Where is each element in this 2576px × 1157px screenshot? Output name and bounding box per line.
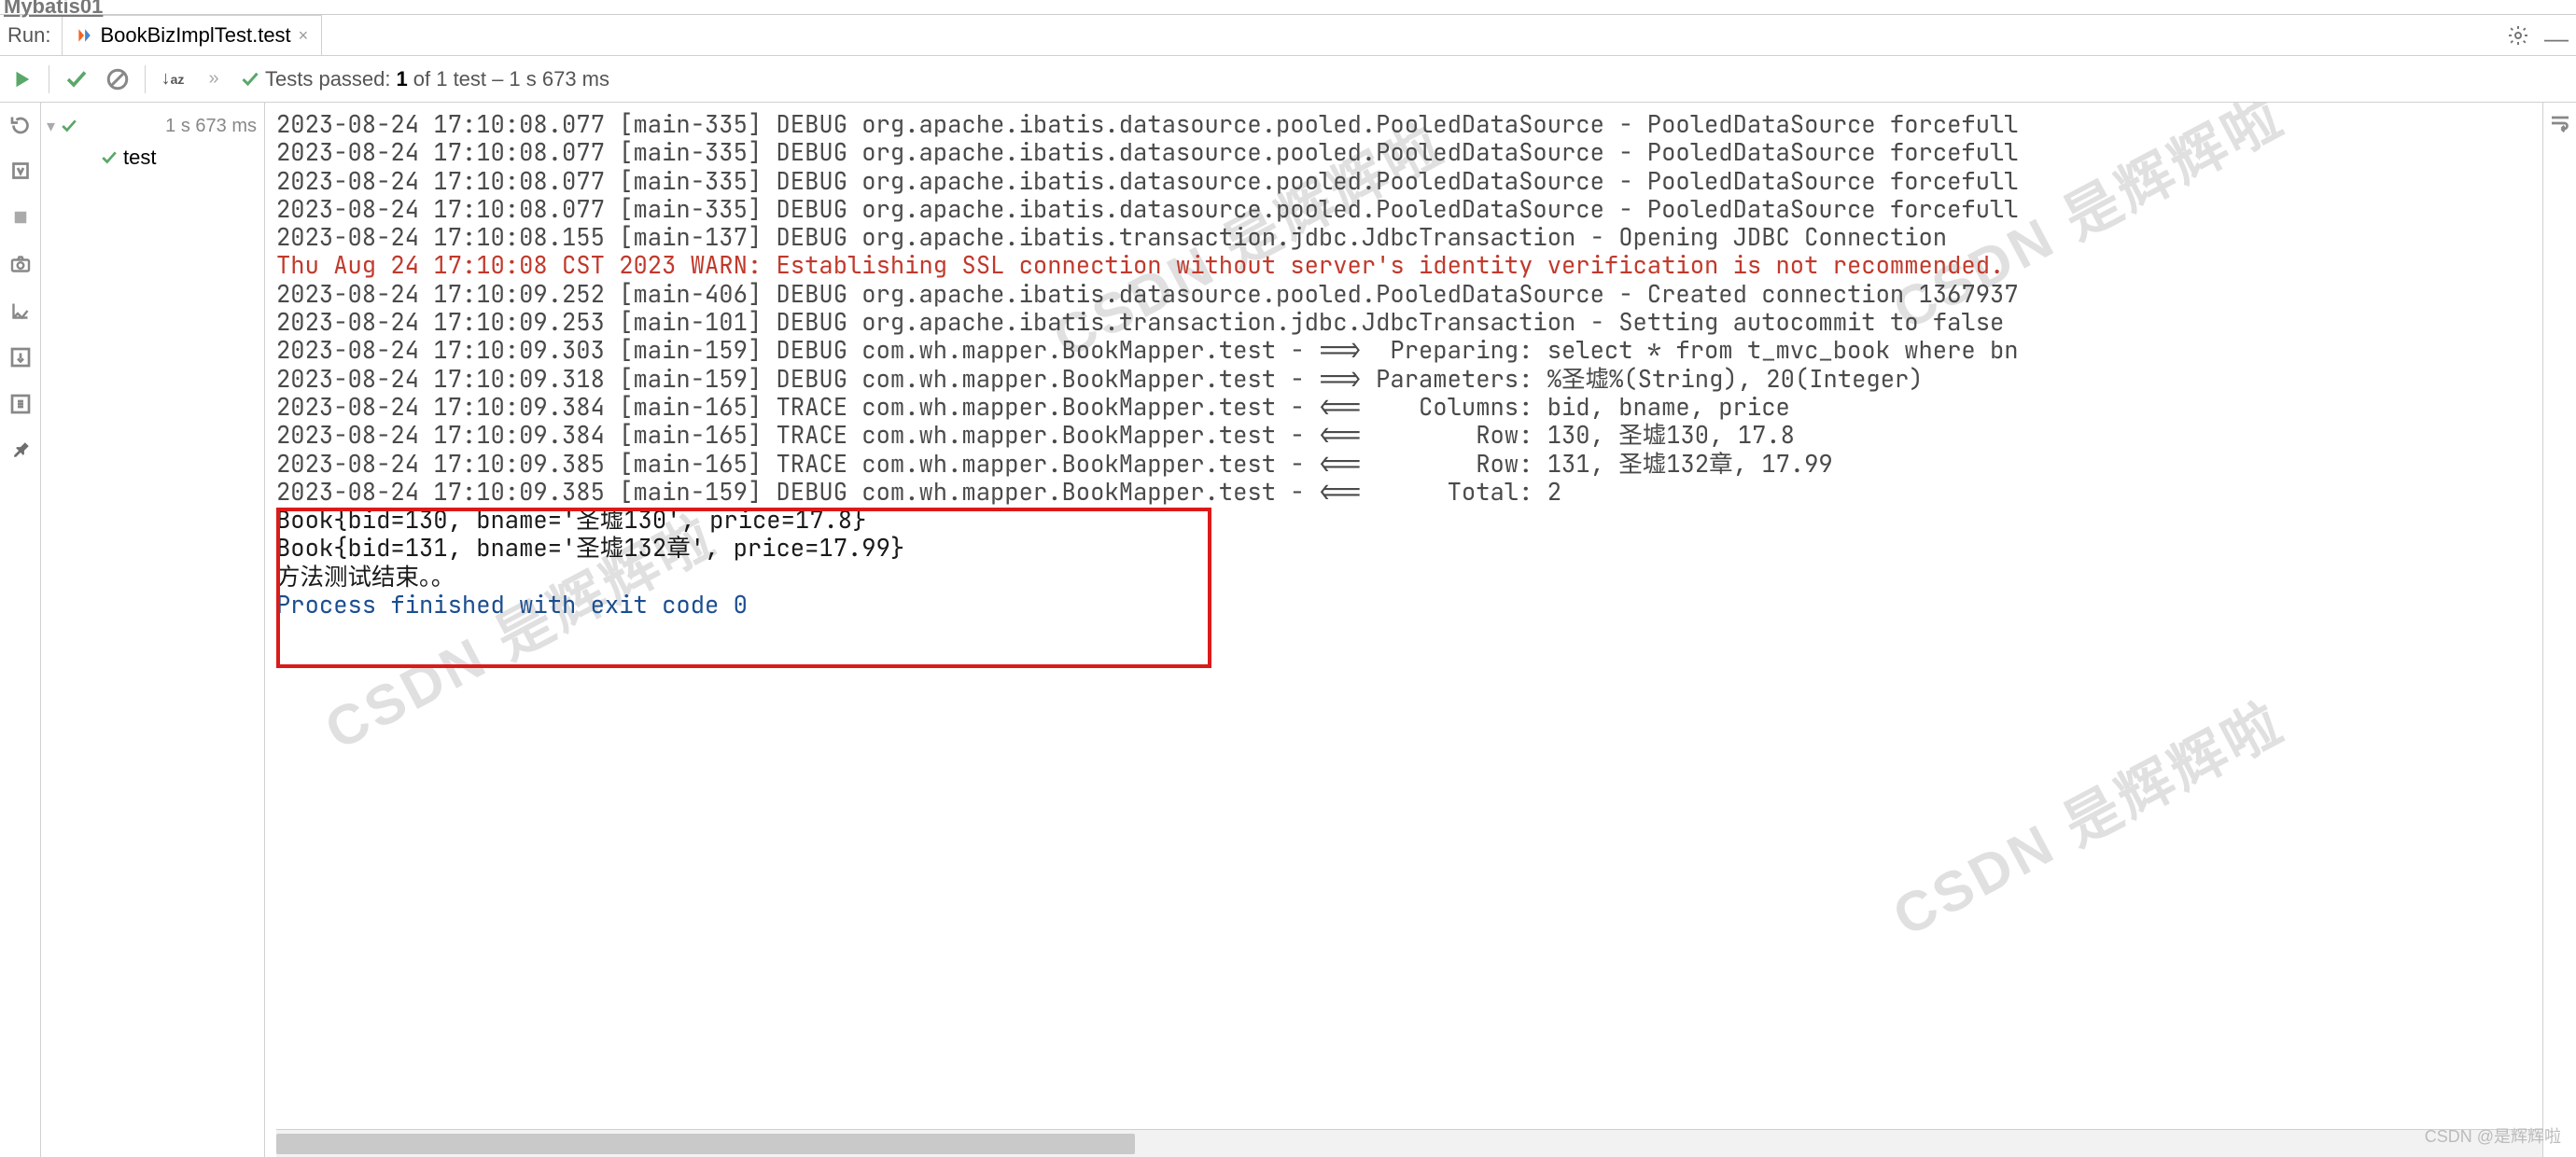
- console-line: 2023-08-24 17:10:09.253 [main-101] DEBUG…: [276, 308, 2542, 336]
- console-line: 2023-08-24 17:10:09.385 [main-159] DEBUG…: [276, 478, 2542, 506]
- console-line: 2023-08-24 17:10:08.155 [main-137] DEBUG…: [276, 223, 2542, 251]
- console-line: 2023-08-24 17:10:09.318 [main-159] DEBUG…: [276, 365, 2542, 393]
- hide-icon[interactable]: —: [2544, 24, 2567, 47]
- summary-prefix: Tests passed:: [265, 67, 391, 91]
- run-config-name: BookBizImplTest.test: [100, 23, 290, 48]
- show-passed-button[interactable]: [63, 65, 91, 93]
- console-line: 2023-08-24 17:10:09.384 [main-165] TRACE…: [276, 421, 2542, 449]
- console-line: 2023-08-24 17:10:09.384 [main-165] TRACE…: [276, 393, 2542, 421]
- console-line: 2023-08-24 17:10:08.077 [main-335] DEBUG…: [276, 167, 2542, 195]
- console-line: 2023-08-24 17:10:08.077 [main-335] DEBUG…: [276, 138, 2542, 166]
- tree-test-node[interactable]: test: [41, 142, 264, 174]
- toggle-auto-icon[interactable]: [8, 159, 33, 183]
- collapse-icon[interactable]: ▾: [47, 117, 55, 136]
- titlebar-strip: Mybatis01: [0, 0, 2576, 15]
- console-line: Thu Aug 24 17:10:08 CST 2023 WARN: Estab…: [276, 251, 2542, 279]
- stop-icon[interactable]: [8, 205, 33, 230]
- test-tree[interactable]: ▾ 1 s 673 ms test: [41, 103, 265, 1157]
- console-line: 2023-08-24 17:10:08.077 [main-335] DEBUG…: [276, 195, 2542, 223]
- expand-toolbar-button[interactable]: »: [200, 65, 228, 93]
- console-line: 方法测试结束。。: [276, 563, 2542, 591]
- summary-duration: 1 s 673 ms: [509, 67, 609, 91]
- console-line: 2023-08-24 17:10:09.303 [main-159] DEBUG…: [276, 336, 2542, 364]
- test-toolbar: ↓az » Tests passed: 1 of 1 test – 1 s 67…: [0, 56, 2576, 103]
- gear-icon[interactable]: [2507, 24, 2544, 47]
- console-line: 2023-08-24 17:10:09.252 [main-406] DEBUG…: [276, 280, 2542, 308]
- close-icon[interactable]: ×: [299, 26, 309, 46]
- tree-root-time: 1 s 673 ms: [165, 116, 264, 137]
- pin-icon[interactable]: [3, 434, 37, 468]
- console-line: Book{bid=130, bname='圣墟130', price=17.8}: [276, 506, 2542, 534]
- sort-button[interactable]: ↓az: [159, 65, 187, 93]
- horizontal-scrollbar[interactable]: [276, 1129, 2542, 1157]
- project-name: Mybatis01: [4, 0, 103, 19]
- camera-icon[interactable]: [8, 252, 33, 276]
- export-icon[interactable]: [8, 392, 33, 416]
- console-panel: CSDN 是辉辉啦 CSDN 是辉辉啦 CSDN 是辉辉啦 CSDN 是辉辉啦 …: [265, 103, 2542, 1157]
- analyze-icon[interactable]: [8, 299, 33, 323]
- check-icon: [101, 149, 118, 166]
- run-label: Run:: [7, 23, 50, 48]
- rerun-button[interactable]: [7, 65, 35, 93]
- show-ignored-button[interactable]: [104, 65, 132, 93]
- import-icon[interactable]: [8, 345, 33, 369]
- soft-wrap-icon[interactable]: [2549, 112, 2571, 134]
- console-line: 2023-08-24 17:10:08.077 [main-335] DEBUG…: [276, 110, 2542, 138]
- console-line: Book{bid=131, bname='圣墟132章', price=17.9…: [276, 534, 2542, 562]
- console-output[interactable]: 2023-08-24 17:10:08.077 [main-335] DEBUG…: [276, 110, 2542, 1120]
- scrollbar-thumb[interactable]: [276, 1134, 1135, 1154]
- check-icon: [61, 118, 77, 134]
- rerun-failed-icon[interactable]: [8, 112, 33, 136]
- right-gutter: [2542, 103, 2576, 1157]
- run-tab-bar: Run: BookBizImplTest.test × —: [0, 15, 2576, 56]
- credit-text: CSDN @是辉辉啦: [2425, 1123, 2561, 1148]
- tree-test-name: test: [123, 146, 156, 170]
- console-line: Process finished with exit code 0: [276, 591, 2542, 619]
- left-gutter: [0, 103, 41, 1157]
- test-summary: Tests passed: 1 of 1 test – 1 s 673 ms: [241, 67, 609, 91]
- run-config-icon: [76, 27, 92, 44]
- tree-root[interactable]: ▾ 1 s 673 ms: [41, 110, 264, 142]
- console-line: 2023-08-24 17:10:09.385 [main-165] TRACE…: [276, 450, 2542, 478]
- summary-mid: of 1 test –: [413, 67, 504, 91]
- summary-passed-count: 1: [397, 67, 408, 91]
- run-config-tab[interactable]: BookBizImplTest.test ×: [62, 15, 322, 55]
